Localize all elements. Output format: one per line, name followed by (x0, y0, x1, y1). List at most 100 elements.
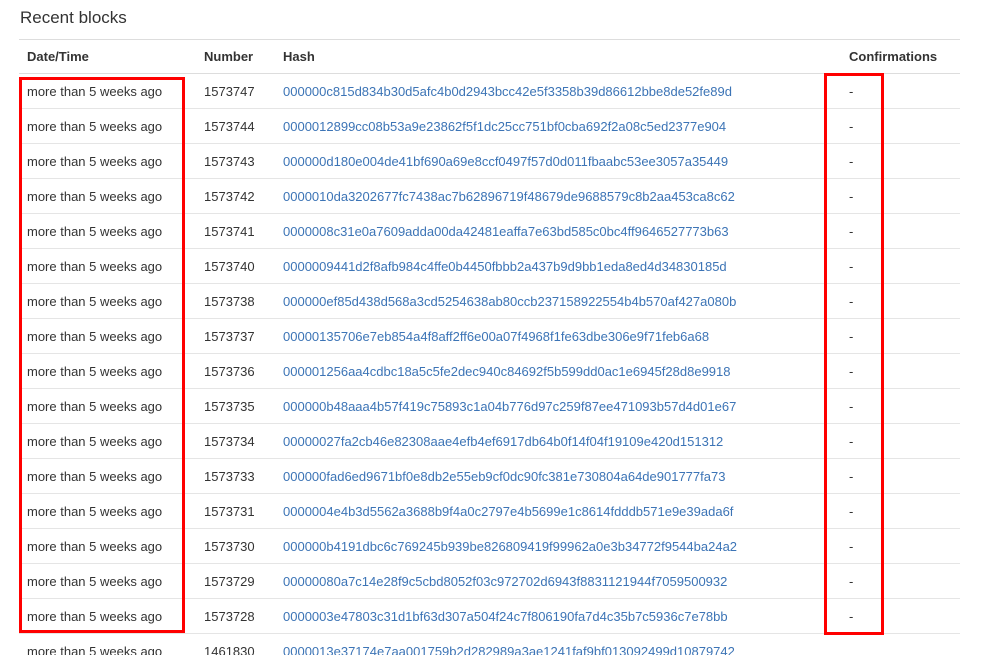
table-row: more than 5 weeks ago 1573734 00000027fa2c… (19, 423, 960, 459)
confirmations-cell: - (841, 528, 960, 564)
column-header-confirmations: Confirmations (841, 39, 960, 74)
block-hash-cell: 000000c815d834b30d5afc4b0d2943bcc42e5f33… (275, 73, 841, 109)
block-hash-link[interactable]: 0000013e37174e7aa001759b2d282989a3ae1241… (283, 644, 735, 655)
table-row: more than 5 weeks ago 1573737 00000135706e… (19, 318, 960, 354)
blocks-table: Date/Time Number Hash Confirmations more… (19, 39, 960, 655)
block-hash-link[interactable]: 000000b48aaa4b57f419c75893c1a04b776d97c2… (283, 399, 736, 414)
block-hash-cell: 0000004e4b3d5562a3688b9f4a0c2797e4b5699e… (275, 493, 841, 529)
table-row: more than 5 weeks ago 1573735 000000b48aaa… (19, 388, 960, 424)
block-time-cell: more than 5 weeks ago (19, 213, 196, 249)
column-header-hash: Hash (275, 39, 841, 74)
table-row: more than 5 weeks ago 1573731 0000004e4b3d… (19, 493, 960, 529)
header-row: Date/Time Number Hash Confirmations (19, 39, 960, 74)
block-hash-link[interactable]: 0000010da3202677fc7438ac7b62896719f48679… (283, 189, 735, 204)
confirmations-cell: - (841, 178, 960, 214)
table-row: more than 5 weeks ago 1573740 0000009441d2… (19, 248, 960, 284)
block-number-cell: 1573730 (196, 528, 275, 564)
block-hash-cell: 0000013e37174e7aa001759b2d282989a3ae1241… (275, 633, 841, 655)
table-row: more than 5 weeks ago 1573736 000001256aa4… (19, 353, 960, 389)
confirmations-cell: - (841, 213, 960, 249)
block-number-cell: 1573733 (196, 458, 275, 494)
block-hash-link[interactable]: 000000d180e004de41bf690a69e8ccf0497f57d0… (283, 154, 728, 169)
block-time-cell: more than 5 weeks ago (19, 633, 196, 655)
block-hash-link[interactable]: 0000004e4b3d5562a3688b9f4a0c2797e4b5699e… (283, 504, 733, 519)
confirmations-cell: - (841, 563, 960, 599)
block-hash-cell: 000000b4191dbc6c769245b939be826809419f99… (275, 528, 841, 564)
block-number-cell: 1573736 (196, 353, 275, 389)
block-number-cell: 1573734 (196, 423, 275, 459)
block-hash-link[interactable]: 000000c815d834b30d5afc4b0d2943bcc42e5f33… (283, 84, 732, 99)
block-hash-link[interactable]: 000000ef85d438d568a3cd5254638ab80ccb2371… (283, 294, 736, 309)
table-row: more than 5 weeks ago 1573729 00000080a7c1… (19, 563, 960, 599)
block-time-cell: more than 5 weeks ago (19, 73, 196, 109)
block-number-cell: 1573737 (196, 318, 275, 354)
confirmations-cell: - (841, 493, 960, 529)
confirmations-cell: - (841, 108, 960, 144)
block-hash-cell: 0000010da3202677fc7438ac7b62896719f48679… (275, 178, 841, 214)
block-number-cell: 1573738 (196, 283, 275, 319)
block-number-cell: 1573742 (196, 178, 275, 214)
confirmations-cell: - (841, 283, 960, 319)
block-time-cell: more than 5 weeks ago (19, 423, 196, 459)
block-number-cell: 1573741 (196, 213, 275, 249)
confirmations-cell: - (841, 318, 960, 354)
block-number-cell: 1573740 (196, 248, 275, 284)
table-row: more than 5 weeks ago 1573747 000000c815d8… (19, 73, 960, 109)
block-hash-cell: 00000080a7c14e28f9c5cbd8052f03c972702d69… (275, 563, 841, 599)
block-number-cell: 1573731 (196, 493, 275, 529)
block-time-cell: more than 5 weeks ago (19, 248, 196, 284)
block-hash-cell: 0000012899cc08b53a9e23862f5f1dc25cc751bf… (275, 108, 841, 144)
confirmations-cell: - (841, 248, 960, 284)
table-body: more than 5 weeks ago 1573747 000000c815d8… (19, 73, 960, 655)
section-title: Recent blocks (20, 8, 127, 27)
block-hash-cell: 0000003e47803c31d1bf63d307a504f24c7f8061… (275, 598, 841, 634)
block-hash-link[interactable]: 00000135706e7eb854a4f8aff2ff6e00a07f4968… (283, 329, 709, 344)
block-time-cell: more than 5 weeks ago (19, 598, 196, 634)
block-hash-cell: 000000b48aaa4b57f419c75893c1a04b776d97c2… (275, 388, 841, 424)
confirmations-cell: - (841, 388, 960, 424)
block-number-cell: 1573735 (196, 388, 275, 424)
block-hash-link[interactable]: 0000008c31e0a7609adda00da42481eaffa7e63b… (283, 224, 729, 239)
block-number-cell: 1573744 (196, 108, 275, 144)
block-hash-link[interactable]: 0000009441d2f8afb984c4ffe0b4450fbbb2a437… (283, 259, 727, 274)
block-number-cell: 1573728 (196, 598, 275, 634)
block-time-cell: more than 5 weeks ago (19, 353, 196, 389)
block-time-cell: more than 5 weeks ago (19, 143, 196, 179)
block-number-cell: 1573743 (196, 143, 275, 179)
block-time-cell: more than 5 weeks ago (19, 318, 196, 354)
block-hash-link[interactable]: 000000fad6ed9671bf0e8db2e55eb9cf0dc90fc3… (283, 469, 725, 484)
block-number-cell: 1573747 (196, 73, 275, 109)
confirmations-cell: - (841, 143, 960, 179)
recent-blocks-panel: Recent blocks Date/Time Number Hash Conf… (0, 0, 987, 655)
table-row: more than 5 weeks ago 1573744 0000012899cc… (19, 108, 960, 144)
block-hash-cell: 000001256aa4cdbc18a5c5fe2dec940c84692f5b… (275, 353, 841, 389)
block-hash-link[interactable]: 00000027fa2cb46e82308aae4efb4ef6917db64b… (283, 434, 723, 449)
block-time-cell: more than 5 weeks ago (19, 458, 196, 494)
confirmations-cell: - (841, 598, 960, 634)
block-hash-cell: 000000d180e004de41bf690a69e8ccf0497f57d0… (275, 143, 841, 179)
confirmations-cell: - (841, 353, 960, 389)
block-number-cell: 1461830 (196, 633, 275, 655)
table-header: Date/Time Number Hash Confirmations (19, 39, 960, 74)
block-hash-link[interactable]: 000000b4191dbc6c769245b939be826809419f99… (283, 539, 737, 554)
block-hash-cell: 0000009441d2f8afb984c4ffe0b4450fbbb2a437… (275, 248, 841, 284)
block-hash-link[interactable]: 000001256aa4cdbc18a5c5fe2dec940c84692f5b… (283, 364, 730, 379)
block-time-cell: more than 5 weeks ago (19, 493, 196, 529)
block-time-cell: more than 5 weeks ago (19, 563, 196, 599)
block-hash-link[interactable]: 00000080a7c14e28f9c5cbd8052f03c972702d69… (283, 574, 727, 589)
table-row: more than 5 weeks ago 1573738 000000ef85d4… (19, 283, 960, 319)
block-hash-link[interactable]: 0000012899cc08b53a9e23862f5f1dc25cc751bf… (283, 119, 726, 134)
column-header-datetime: Date/Time (19, 39, 196, 74)
block-time-cell: more than 5 weeks ago (19, 528, 196, 564)
table-row: more than 5 weeks ago 1573728 0000003e4780… (19, 598, 960, 634)
block-time-cell: more than 5 weeks ago (19, 108, 196, 144)
block-time-cell: more than 5 weeks ago (19, 388, 196, 424)
block-hash-cell: 000000ef85d438d568a3cd5254638ab80ccb2371… (275, 283, 841, 319)
block-hash-link[interactable]: 0000003e47803c31d1bf63d307a504f24c7f8061… (283, 609, 728, 624)
table-row: more than 5 weeks ago 1573730 000000b4191d… (19, 528, 960, 564)
table-row: more than 5 weeks ago 1573743 000000d180e0… (19, 143, 960, 179)
table-row: more than 5 weeks ago 1573741 0000008c31e0… (19, 213, 960, 249)
confirmations-cell: - (841, 423, 960, 459)
table-row: more than 5 weeks ago 1573742 0000010da320… (19, 178, 960, 214)
block-time-cell: more than 5 weeks ago (19, 178, 196, 214)
